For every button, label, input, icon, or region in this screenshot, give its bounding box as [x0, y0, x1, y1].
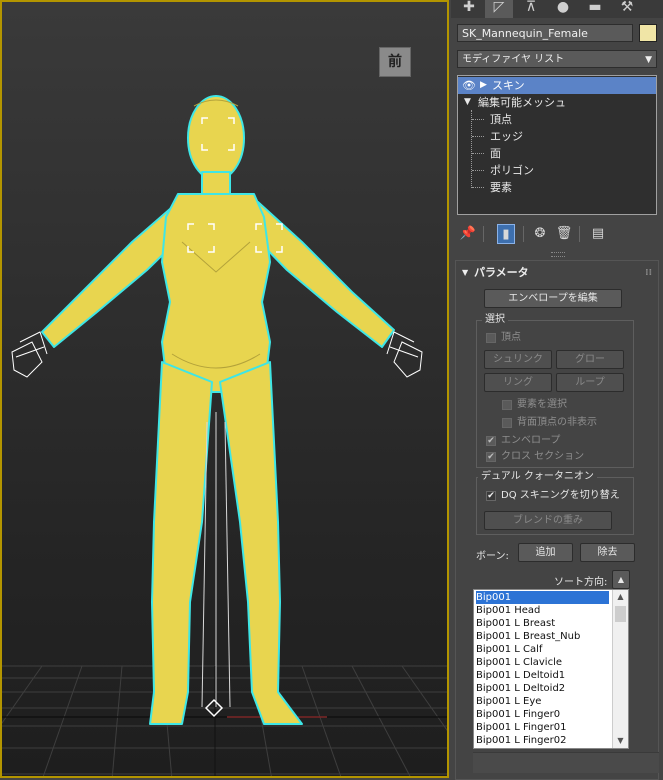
modify-tab-icon[interactable]: ◸	[485, 0, 513, 18]
dual-quaternion-group-label: デュアル クォータニオン	[478, 471, 597, 483]
modifier-stack[interactable]: 👁 ▶ スキン ▼ 編集可能メッシュ 頂点 エッジ 面 ポリゴン 要素	[457, 75, 657, 215]
configure-modifier-sets-icon[interactable]: ▤	[589, 224, 607, 244]
collapse-triangle-icon[interactable]: ▼	[464, 94, 471, 111]
stack-toolbar: 📌 ▮ ❂ 🗑 ▤	[451, 222, 663, 246]
subobject-element[interactable]: 要素	[472, 179, 632, 196]
modifier-list-label: モディファイヤ リスト	[462, 54, 565, 65]
bones-label: ボーン:	[476, 551, 509, 562]
blend-weight-button[interactable]: ブレンドの重み	[484, 511, 612, 530]
expand-triangle-icon[interactable]: ▶	[480, 77, 487, 94]
sort-label: ソート方向:	[554, 577, 608, 588]
perspective-viewport[interactable]: 前	[0, 0, 449, 778]
rollout-grip-icon: ⁞⁞	[645, 268, 652, 278]
bone-list-item[interactable]: Bip001 L Calf	[476, 643, 609, 656]
bone-list-item[interactable]: Bip001 Head	[476, 604, 609, 617]
panel-resize-grip[interactable]	[551, 252, 565, 257]
scroll-down-icon[interactable]: ▼	[613, 734, 628, 748]
display-tab-icon[interactable]: ▬	[581, 0, 609, 18]
parameters-rollout-header[interactable]: ▼ パラメータ ⁞⁞	[456, 263, 658, 283]
subobject-vertex[interactable]: 頂点	[472, 111, 632, 128]
subobject-label: 頂点	[490, 113, 512, 126]
show-end-result-icon[interactable]: ▮	[497, 224, 515, 244]
collapse-triangle-icon: ▼	[462, 268, 469, 277]
eye-icon[interactable]: 👁	[462, 77, 476, 94]
bone-list-item[interactable]: Bip001	[476, 591, 609, 604]
bone-list-item[interactable]: Bip001 L Deltoid2	[476, 682, 609, 695]
remove-bone-button[interactable]: 除去	[580, 543, 635, 562]
command-panel: ✚ ◸ ⊼ ● ▬ ⚒ SK_Mannequin_Female モディファイヤ …	[451, 0, 663, 780]
create-tab-icon[interactable]: ✚	[455, 0, 483, 18]
ring-button[interactable]: リング	[484, 373, 552, 392]
shrink-button[interactable]: シュリンク	[484, 350, 552, 369]
ground-grid	[2, 665, 447, 776]
selection-group-label: 選択	[482, 314, 508, 326]
motion-tab-icon[interactable]: ●	[549, 0, 577, 18]
scroll-thumb[interactable]	[615, 606, 626, 622]
bone-list-scrollbar[interactable]: ▲ ▼	[612, 590, 628, 748]
modifier-list-dropdown[interactable]: モディファイヤ リスト ▼	[457, 50, 657, 68]
grow-button[interactable]: グロー	[556, 350, 624, 369]
bone-list-item[interactable]: Bip001 L Finger01	[476, 721, 609, 734]
stack-item-label: 編集可能メッシュ	[478, 96, 566, 109]
bone-list-item[interactable]: Bip001 L Deltoid1	[476, 669, 609, 682]
object-name-field[interactable]: SK_Mannequin_Female	[457, 24, 633, 42]
loop-button[interactable]: ループ	[556, 373, 624, 392]
edit-envelope-button[interactable]: エンベロープを編集	[484, 289, 622, 308]
bone-list-item[interactable]: Bip001 L Breast	[476, 617, 609, 630]
subobject-label: 要素	[490, 181, 512, 194]
make-unique-icon[interactable]: ❂	[531, 224, 549, 244]
sort-ascending-icon[interactable]: ▲	[612, 570, 630, 589]
stack-item-skin[interactable]: 👁 ▶ スキン	[458, 77, 656, 94]
rollout-title: パラメータ	[474, 266, 529, 279]
scene-render	[2, 95, 447, 776]
bone-list-item[interactable]: Bip001 L Finger0	[476, 708, 609, 721]
scroll-up-icon[interactable]: ▲	[613, 590, 628, 604]
object-color-swatch[interactable]	[639, 24, 657, 42]
command-panel-tabs: ✚ ◸ ⊼ ● ▬ ⚒	[451, 0, 663, 18]
stack-item-editable-mesh[interactable]: ▼ 編集可能メッシュ	[458, 94, 656, 111]
bone-list-item[interactable]: Bip001 L Finger02	[476, 734, 609, 747]
pin-stack-icon[interactable]: 📌	[459, 224, 477, 244]
panel-bottom-strip	[473, 752, 659, 773]
stack-item-label: スキン	[492, 79, 525, 92]
remove-modifier-icon[interactable]: 🗑	[555, 224, 573, 244]
add-bone-button[interactable]: 追加	[518, 543, 573, 562]
bone-list-item[interactable]: Bip001 L Eye	[476, 695, 609, 708]
subobject-face[interactable]: 面	[472, 145, 632, 162]
dropdown-arrow-icon: ▼	[645, 55, 652, 65]
subobject-label: 面	[490, 147, 501, 160]
subobject-edge[interactable]: エッジ	[472, 128, 632, 145]
viewcube-front[interactable]: 前	[379, 47, 411, 77]
bone-list[interactable]: Bip001 Bip001 Head Bip001 L Breast Bip00…	[473, 589, 629, 749]
subobject-polygon[interactable]: ポリゴン	[472, 162, 632, 179]
hierarchy-tab-icon[interactable]: ⊼	[517, 0, 545, 18]
bone-list-item[interactable]: Bip001 L Breast_Nub	[476, 630, 609, 643]
mannequin-figure	[41, 95, 395, 725]
bone-list-item[interactable]: Bip001 L Clavicle	[476, 656, 609, 669]
subobject-label: エッジ	[490, 130, 523, 143]
utilities-tab-icon[interactable]: ⚒	[613, 0, 641, 18]
subobject-label: ポリゴン	[490, 164, 534, 177]
